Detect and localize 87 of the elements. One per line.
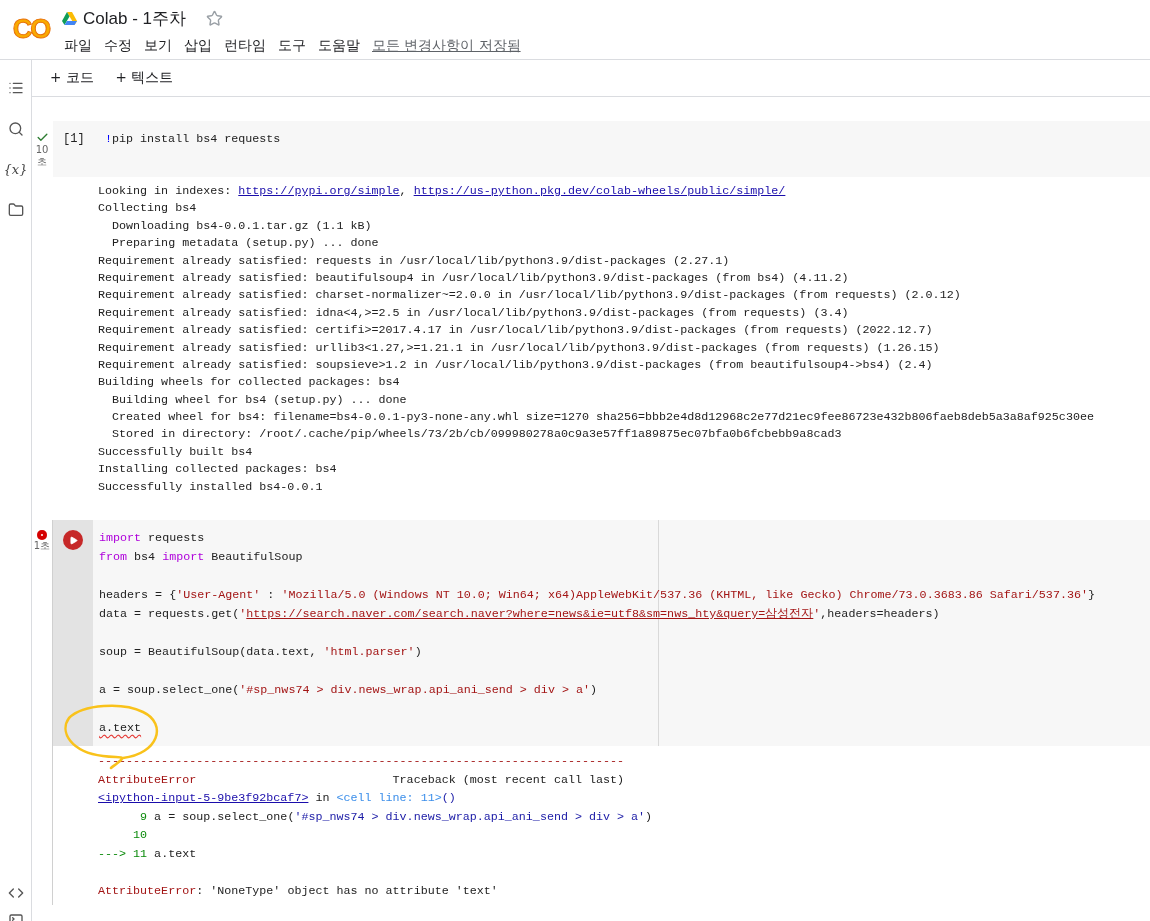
code-text: Collecting bs4: [98, 201, 197, 216]
code-text: Building wheels for collected packages: bs4: [98, 375, 400, 390]
notebook-cell[interactable]: [52, 520, 1150, 905]
code-text: Looking in indexes:: [98, 184, 233, 198]
link[interactable]: <ipython-input-5-9be3f92bcaf7>: [98, 791, 309, 806]
code-text: Requirement already satisfied: charset-normalizer~=2.0.0 in /usr/local/lib/python3.9/dist-packages (from requests) (2.0.12): [98, 288, 961, 303]
code-string: 'html.parser': [323, 645, 415, 660]
code-text: ): [589, 683, 597, 698]
code-text: 10: [132, 828, 148, 843]
code-text: a.text: [153, 847, 197, 861]
code-string: '#sp_nws74 > div.news_wrap.api_ani_send > div > a': [239, 683, 590, 698]
code-text: }: [1087, 588, 1095, 603]
code-text: Successfully built bs4: [98, 444, 253, 459]
code-text: headers = {: [99, 588, 177, 603]
menu-item[interactable]: 삽입: [182, 35, 219, 57]
code-text: Downloading bs4-0.0.1.tar.gz (1.1 kB): [111, 218, 372, 233]
code-text: a = soup.select_one(: [99, 683, 240, 698]
link[interactable]: https://us-python.pkg.dev/colab-wheels/public/simple/: [413, 184, 786, 198]
code-text: Requirement already satisfied: certifi>=2017.4.17 in /usr/local/lib/python3.9/dist-packages (from requests) (2022.12.7): [98, 323, 933, 338]
code-text: Traceback (most recent call last): [391, 772, 625, 787]
code-string: 'Mozilla/5.0 (Windows NT 10.0; Win64; x64)AppleWebKit/537.36 (KHTML, like Gecko) Chrome/73.0.3683.86 Safari/537.36': [281, 588, 1088, 603]
code-text: Building wheel for bs4 (setup.py) ... done: [111, 392, 407, 407]
code-text: Installing collected packages: bs4: [98, 462, 337, 477]
code-text: ): [414, 645, 422, 660]
code-text: AttributeError: [98, 772, 197, 787]
code-text: bs4: [133, 550, 157, 565]
code-icon[interactable]: [7, 885, 24, 901]
code-text: : 'NoneType' object has no attribute 'text': [196, 884, 498, 899]
code-text: Requirement already satisfied: urllib3<1.27,>=1.21.1 in /usr/local/lib/python3.9/dist-packages (from requests) (1.26.15): [98, 340, 940, 355]
code-text: !: [105, 132, 112, 146]
code-text: ,headers=headers): [820, 607, 940, 622]
link[interactable]: https://search.naver.com/search.naver?where=news&ie=utf8&sm=nws_hty&query=삼성전자: [246, 607, 814, 622]
code-string: ': [813, 607, 821, 622]
execution-time: 1초: [33, 540, 51, 553]
code-text: Stored in directory: /root/.cache/pip/wheels/73/2b/cb/099980278a0c9a3e57ff1a89875ec07bfa0b6fcbebb9a8cad3: [111, 427, 842, 442]
menu-item[interactable]: 수정: [102, 35, 139, 57]
folder-icon[interactable]: [7, 202, 24, 218]
code-text: data = requests.get(: [99, 607, 240, 622]
code-text: Requirement already satisfied: soupsieve>1.2 in /usr/local/lib/python3.9/dist-packages (from beautifulsoup4->bs4) (2.4): [98, 357, 933, 372]
code-text: BeautifulSoup: [210, 550, 303, 565]
code-text: a = soup.select_one(: [153, 809, 295, 824]
add-cell-button[interactable]: + 텍스트: [111, 67, 178, 89]
code-text: (): [441, 791, 456, 806]
code-text: ---> 11: [98, 847, 148, 861]
star-icon[interactable]: [206, 9, 223, 27]
code-text: pip install bs4 requests: [112, 132, 281, 146]
code-text: requests: [147, 531, 205, 546]
menu-item[interactable]: 보기: [142, 35, 179, 57]
code-text: :: [266, 588, 276, 603]
variables-icon[interactable]: {x}: [3, 162, 28, 177]
code-text: <cell line: 11>: [336, 791, 442, 806]
notebook-title[interactable]: Colab - 1주차: [83, 6, 186, 30]
execution-time: 초: [37, 156, 47, 168]
code-keyword: from: [99, 550, 128, 565]
play-icon: [68, 535, 78, 545]
search-icon[interactable]: [7, 121, 24, 137]
code-keyword: import: [99, 531, 142, 546]
execution-time: 10: [35, 144, 49, 156]
code-text: a.text: [99, 721, 142, 736]
menu-item[interactable]: 도움말: [316, 35, 367, 57]
code-text: in: [314, 791, 331, 806]
code-text: Requirement already satisfied: beautifulsoup4 in /usr/local/lib/python3.9/dist-packages (from bs4) (4.11.2): [98, 270, 849, 285]
code-text: Requirement already satisfied: requests in /usr/local/lib/python3.9/dist-packages (2.27.1): [98, 253, 730, 268]
link[interactable]: https://pypi.org/simple: [238, 184, 400, 198]
menu-item[interactable]: 파일: [62, 35, 99, 57]
code-text: ,: [399, 184, 408, 198]
code-keyword: import: [162, 550, 205, 565]
run-button[interactable]: [63, 530, 83, 551]
code-text: ---------------------------------------------------------------------------: [98, 754, 625, 769]
code-text: '#sp_nws74 > div.news_wrap.api_ani_send > div > a': [294, 809, 646, 824]
code-text: Created wheel for bs4: filename=bs4-0.0.1-py3-none-any.whl size=1270 sha256=bbb2e4d8d12968c2e77d21ec9fee86723e432b806faeb8deb5a3a8af925c30ee: [111, 410, 1094, 425]
table-of-contents-icon[interactable]: [7, 80, 24, 96]
code-text: AttributeError: [98, 884, 197, 899]
menu-item[interactable]: 도구: [276, 35, 313, 57]
add-cell-button[interactable]: + 코드: [46, 67, 98, 89]
execution-count: [1]: [62, 131, 86, 148]
code-text: ): [645, 809, 653, 824]
save-status-link[interactable]: 모든 변경사항이 저장됨: [372, 37, 521, 55]
code-string: 'User-Agent': [176, 588, 261, 603]
code-text: Successfully installed bs4-0.0.1: [98, 479, 323, 494]
menu-item[interactable]: 런타임: [222, 35, 273, 57]
code-string: ': [239, 607, 247, 622]
code-text: soup = BeautifulSoup(data.text,: [99, 645, 318, 660]
drive-icon: [62, 11, 77, 25]
code-text: Preparing metadata (setup.py) ... done: [111, 236, 379, 251]
code-text: Requirement already satisfied: idna<4,>=2.5 in /usr/local/lib/python3.9/dist-packages (from requests) (3.4): [98, 305, 849, 320]
code-text: 9: [139, 809, 148, 824]
